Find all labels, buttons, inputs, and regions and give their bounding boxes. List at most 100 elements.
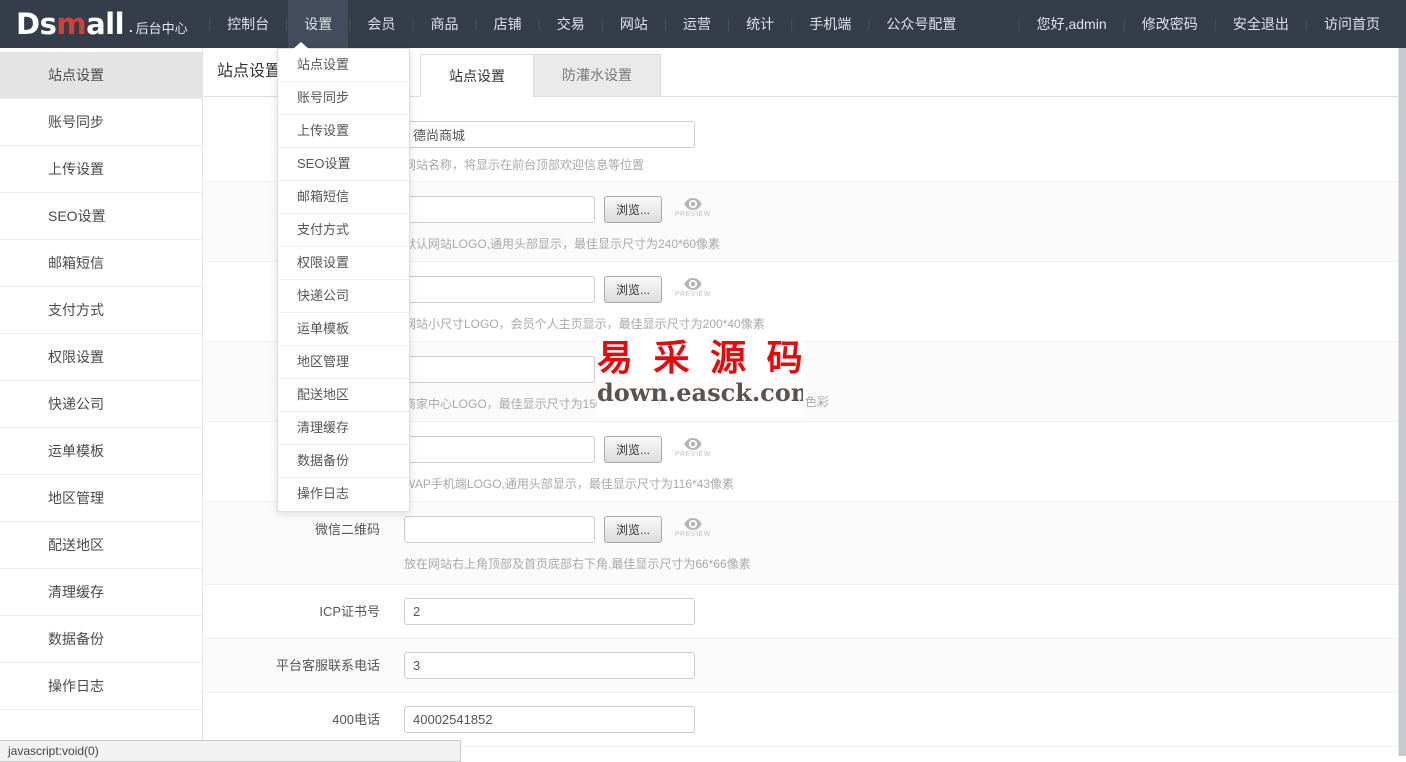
- dropdown-item-地区管理[interactable]: 地区管理: [278, 346, 409, 379]
- watermark-title: 易 采 源 码: [597, 336, 803, 381]
- logo-accent-letter: m: [56, 7, 86, 41]
- browse-button[interactable]: 浏览...: [604, 276, 662, 303]
- watermark: 易 采 源 码 down.easck.com: [597, 336, 803, 418]
- sidebar-item-SEO设置[interactable]: SEO设置: [0, 193, 202, 240]
- dropdown-item-快递公司[interactable]: 快递公司: [278, 280, 409, 313]
- sidebar-item-配送地区[interactable]: 配送地区: [0, 522, 202, 569]
- nav-item-会员[interactable]: 会员: [351, 0, 411, 48]
- field-area: 浏览... PREVIEW 网站小尺寸LOGO，会员个人主页显示，最佳显示尺寸为20…: [404, 276, 1398, 341]
- settings-dropdown-menu: 站点设置账号同步上传设置SEO设置邮箱短信支付方式权限设置快递公司运单模板地区管…: [277, 48, 410, 512]
- page-title: 站点设置: [217, 48, 281, 96]
- preview-eye-icon[interactable]: PREVIEW: [675, 438, 711, 458]
- form-row: ICP证书号: [204, 585, 1398, 639]
- field-area: [404, 652, 1398, 692]
- watermark-domain: down.easck.com: [597, 381, 803, 405]
- input-line: 浏览... PREVIEW: [404, 436, 1398, 463]
- nav-item-商品[interactable]: 商品: [415, 0, 475, 48]
- phone-400-input[interactable]: [404, 706, 695, 733]
- dropdown-item-邮箱短信[interactable]: 邮箱短信: [278, 181, 409, 214]
- sidebar-item-清理缓存[interactable]: 清理缓存: [0, 569, 202, 616]
- input-line: 浏览... PREVIEW: [404, 276, 1398, 303]
- sidebar-item-快递公司[interactable]: 快递公司: [0, 381, 202, 428]
- app-logo: Dsmall . 后台中心: [0, 0, 208, 48]
- preview-eye-icon[interactable]: PREVIEW: [675, 518, 711, 538]
- sidebar: 站点设置账号同步上传设置SEO设置邮箱短信支付方式权限设置快递公司运单模板地区管…: [0, 48, 203, 756]
- nav-item-交易[interactable]: 交易: [541, 0, 601, 48]
- form-row: 400电话: [204, 693, 1398, 747]
- sidebar-item-运单模板[interactable]: 运单模板: [0, 428, 202, 475]
- input-line: [404, 356, 1398, 383]
- browse-button[interactable]: 浏览...: [604, 516, 662, 543]
- tab-bar: 站点设置防灌水设置: [420, 54, 661, 97]
- field-area: [404, 598, 1398, 638]
- wechat-qrcode-file-input[interactable]: [404, 516, 595, 543]
- input-line: 浏览... PREVIEW: [404, 196, 1398, 223]
- sidebar-item-上传设置[interactable]: 上传设置: [0, 146, 202, 193]
- dropdown-item-数据备份[interactable]: 数据备份: [278, 445, 409, 478]
- site-logo-file-input[interactable]: [404, 196, 595, 223]
- nav-item-手机端[interactable]: 手机端: [793, 0, 867, 48]
- nav-item-控制台[interactable]: 控制台: [211, 0, 285, 48]
- input-line: 浏览... PREVIEW: [404, 516, 1398, 543]
- dropdown-item-站点设置[interactable]: 站点设置: [278, 49, 409, 82]
- sidebar-item-权限设置[interactable]: 权限设置: [0, 334, 202, 381]
- icp-number-input[interactable]: [404, 598, 695, 625]
- sidebar-item-操作日志[interactable]: 操作日志: [0, 663, 202, 710]
- dropdown-item-运单模板[interactable]: 运单模板: [278, 313, 409, 346]
- dropdown-item-SEO设置[interactable]: SEO设置: [278, 148, 409, 181]
- preview-eye-icon[interactable]: PREVIEW: [675, 278, 711, 298]
- sidebar-item-数据备份[interactable]: 数据备份: [0, 616, 202, 663]
- tab-防灌水设置[interactable]: 防灌水设置: [533, 54, 661, 96]
- field-help-text-right: 色彩: [805, 393, 829, 410]
- nav-item-设置[interactable]: 设置: [288, 0, 348, 48]
- preview-label: PREVIEW: [675, 531, 711, 538]
- form-row: 平台客服联系电话: [204, 639, 1398, 693]
- main-menu: |控制台|设置|会员|商品|店铺|交易|网站|运营|统计|手机端|公众号配置: [208, 0, 972, 48]
- field-label: 微信二维码: [204, 516, 380, 584]
- field-help-text: 放在网站右上角顶部及首页底部右下角,最佳显示尺寸为66*66像素: [404, 555, 1398, 572]
- dropdown-item-配送地区[interactable]: 配送地区: [278, 379, 409, 412]
- site-name-input[interactable]: [404, 121, 695, 148]
- wap-logo-file-input[interactable]: [404, 436, 595, 463]
- nav-item-店铺[interactable]: 店铺: [478, 0, 538, 48]
- sidebar-item-地区管理[interactable]: 地区管理: [0, 475, 202, 522]
- seller-center-logo-file-input[interactable]: [404, 356, 595, 383]
- tab-站点设置[interactable]: 站点设置: [420, 54, 534, 97]
- nav-item-公众号配置[interactable]: 公众号配置: [870, 0, 972, 48]
- nav-item-访问首页[interactable]: 访问首页: [1308, 0, 1396, 48]
- logo-suffix: 后台中心: [136, 18, 188, 37]
- field-area: 浏览...PREVIEWWAP手机端LOGO,通用头部显示，最佳显示尺寸为116…: [404, 436, 1398, 501]
- sidebar-item-账号同步[interactable]: 账号同步: [0, 99, 202, 146]
- browse-button[interactable]: 浏览...: [604, 196, 662, 223]
- dropdown-item-账号同步[interactable]: 账号同步: [278, 82, 409, 115]
- field-label: ICP证书号: [204, 598, 380, 638]
- vertical-scrollbar[interactable]: [1398, 48, 1406, 756]
- input-line: [404, 706, 1398, 733]
- dropdown-item-上传设置[interactable]: 上传设置: [278, 115, 409, 148]
- dropdown-item-支付方式[interactable]: 支付方式: [278, 214, 409, 247]
- nav-item-安全退出[interactable]: 安全退出: [1217, 0, 1305, 48]
- input-line: [404, 652, 1398, 679]
- field-help-text: 网站名称，将显示在前台顶部欢迎信息等位置: [404, 156, 1398, 173]
- sidebar-item-邮箱短信[interactable]: 邮箱短信: [0, 240, 202, 287]
- sidebar-item-支付方式[interactable]: 支付方式: [0, 287, 202, 334]
- dropdown-item-操作日志[interactable]: 操作日志: [278, 478, 409, 511]
- field-area: 浏览... PREVIEW 放在网站右上角顶部及首页底部右下角,最佳显示尺寸为66*…: [404, 516, 1398, 584]
- nav-item-您好,admin[interactable]: 您好,admin: [1021, 0, 1123, 48]
- field-help-text: 网站小尺寸LOGO，会员个人主页显示，最佳显示尺寸为200*40像素: [404, 315, 1398, 332]
- service-phone-input[interactable]: [404, 652, 695, 679]
- nav-item-统计[interactable]: 统计: [730, 0, 790, 48]
- nav-item-运营[interactable]: 运营: [667, 0, 727, 48]
- preview-label: PREVIEW: [675, 451, 711, 458]
- sidebar-item-站点设置[interactable]: 站点设置: [0, 52, 202, 99]
- nav-item-网站[interactable]: 网站: [604, 0, 664, 48]
- browse-button[interactable]: 浏览...: [604, 436, 662, 463]
- dropdown-item-权限设置[interactable]: 权限设置: [278, 247, 409, 280]
- top-navbar: Dsmall . 后台中心 |控制台|设置|会员|商品|店铺|交易|网站|运营|…: [0, 0, 1406, 48]
- browser-status-bubble: javascript:void(0): [0, 740, 461, 762]
- preview-eye-icon[interactable]: PREVIEW: [675, 198, 711, 218]
- small-logo-file-input[interactable]: [404, 276, 595, 303]
- preview-label: PREVIEW: [675, 211, 711, 218]
- nav-item-修改密码[interactable]: 修改密码: [1126, 0, 1214, 48]
- dropdown-item-清理缓存[interactable]: 清理缓存: [278, 412, 409, 445]
